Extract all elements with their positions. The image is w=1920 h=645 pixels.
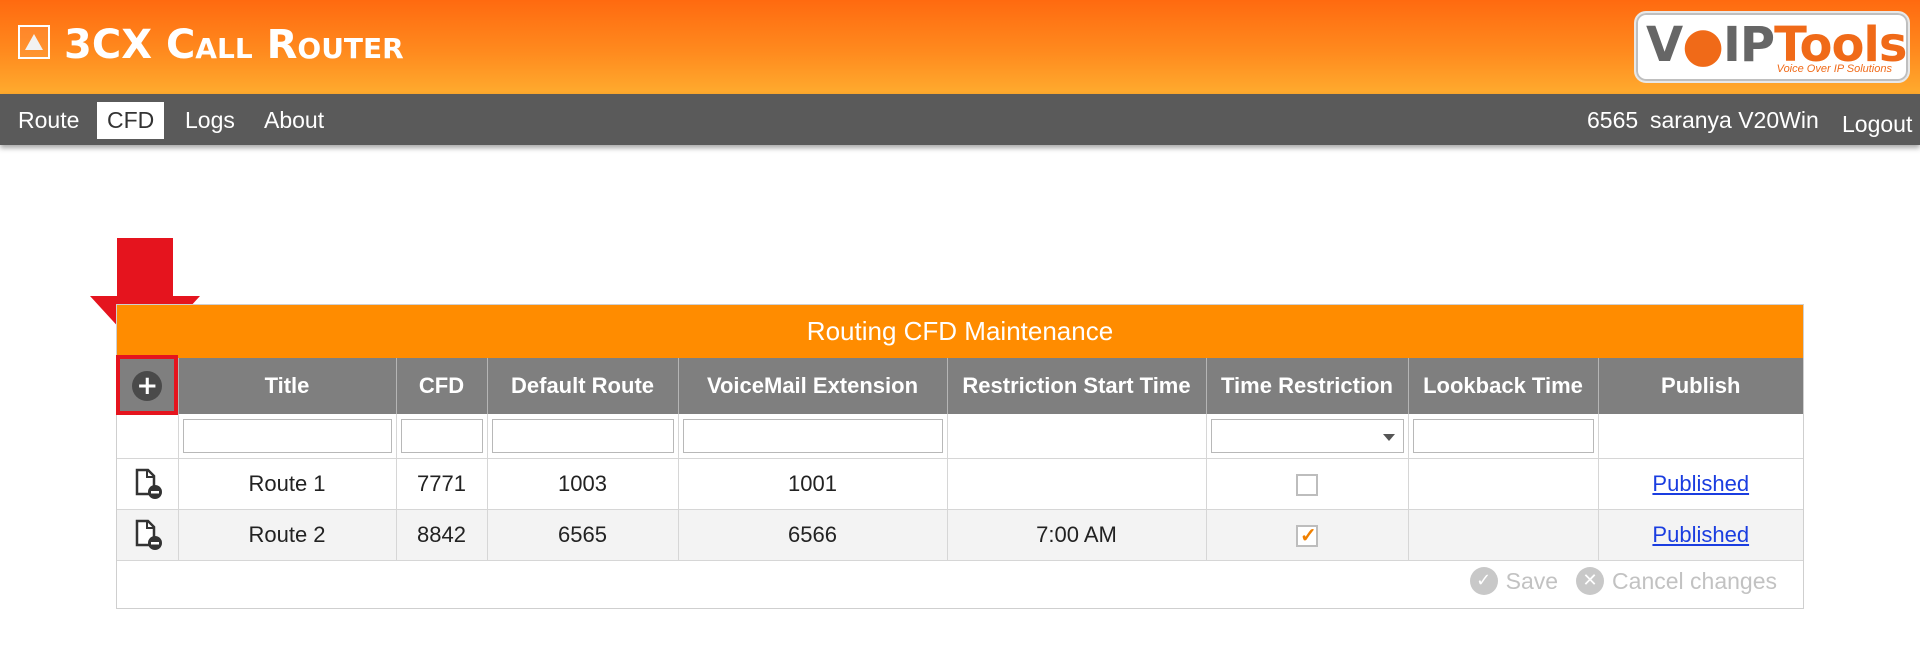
triangle-up-icon (25, 34, 43, 50)
table-row: Route 2 8842 6565 6566 7:00 AM ✓ Publish… (117, 509, 1803, 561)
published-link[interactable]: Published (1652, 522, 1749, 547)
table-row: Route 1 7771 1003 1001 Published (117, 458, 1803, 510)
cell-cfd: 8842 (396, 509, 488, 561)
grid-actions: ✓ Save ✕ Cancel changes (1469, 564, 1777, 598)
cell-default-route: 6565 (487, 509, 679, 561)
time-restriction-checkbox[interactable]: ✓ (1296, 525, 1318, 548)
column-header-title[interactable]: Title (178, 358, 397, 414)
collapse-button[interactable] (18, 25, 50, 59)
filter-voicemail-input[interactable] (682, 419, 943, 453)
close-circle-icon: ✕ (1576, 567, 1605, 595)
voiptools-logo: V●IPTools Voice Over IP Solutions (1634, 11, 1910, 83)
column-header-restriction-start-time[interactable]: Restriction Start Time (947, 358, 1207, 414)
cell-start-time: 7:00 AM (947, 509, 1207, 561)
cfd-table: + Title CFD Default Route VoiceMail Exte… (117, 358, 1803, 561)
filter-cfd-input[interactable] (400, 419, 483, 453)
check-circle-icon: ✓ (1469, 567, 1498, 595)
cell-lookback (1408, 458, 1599, 510)
header-row: + Title CFD Default Route VoiceMail Exte… (117, 358, 1803, 414)
grid-title: Routing CFD Maintenance (117, 305, 1803, 358)
delete-document-icon[interactable] (132, 519, 163, 551)
column-header-publish[interactable]: Publish (1598, 358, 1803, 414)
save-button[interactable]: ✓ Save (1469, 567, 1558, 595)
filter-lookback-input[interactable] (1412, 419, 1594, 453)
app-header: 3CX Call Router V●IPTools Voice Over IP … (0, 0, 1920, 94)
cfd-grid: Routing CFD Maintenance + Title CFD Defa… (116, 304, 1804, 609)
logout-link[interactable]: Logout (1842, 106, 1912, 143)
cell-start-time (947, 458, 1207, 510)
published-link[interactable]: Published (1652, 471, 1749, 496)
top-nav: Route CFD Logs About 6565 saranya V20Win… (0, 94, 1920, 145)
column-header-lookback-time[interactable]: Lookback Time (1408, 358, 1599, 414)
checkmark-icon: ✓ (1300, 525, 1317, 548)
cell-title: Route 2 (178, 509, 397, 561)
cancel-changes-button[interactable]: ✕ Cancel changes (1576, 567, 1777, 595)
column-header-cfd[interactable]: CFD (396, 358, 488, 414)
delete-document-icon[interactable] (132, 468, 163, 500)
column-header-time-restriction[interactable]: Time Restriction (1206, 358, 1409, 414)
add-button-highlight (116, 355, 178, 415)
cell-voicemail: 1001 (678, 458, 948, 510)
nav-item-route[interactable]: Route (8, 102, 89, 139)
column-header-default-route[interactable]: Default Route (487, 358, 679, 414)
cell-lookback (1408, 509, 1599, 561)
nav-item-about[interactable]: About (254, 102, 334, 139)
cell-cfd: 7771 (396, 458, 488, 510)
filter-time-restriction-select[interactable] (1210, 419, 1404, 453)
nav-item-cfd[interactable]: CFD (97, 102, 165, 139)
time-restriction-checkbox[interactable] (1296, 474, 1318, 497)
filter-default-route-input[interactable] (491, 419, 674, 453)
user-name: saranya V20Win (1650, 107, 1819, 133)
column-header-voicemail-extension[interactable]: VoiceMail Extension (678, 358, 948, 414)
nav-item-logs[interactable]: Logs (175, 102, 245, 139)
filter-title-input[interactable] (182, 419, 392, 453)
cell-title: Route 1 (178, 458, 397, 510)
cell-default-route: 1003 (487, 458, 679, 510)
cell-voicemail: 6566 (678, 509, 948, 561)
app-title: 3CX Call Router (64, 22, 404, 68)
user-extension: 6565 (1587, 107, 1639, 133)
dropdown-caret-icon (1382, 434, 1395, 441)
filter-row (117, 414, 1803, 459)
